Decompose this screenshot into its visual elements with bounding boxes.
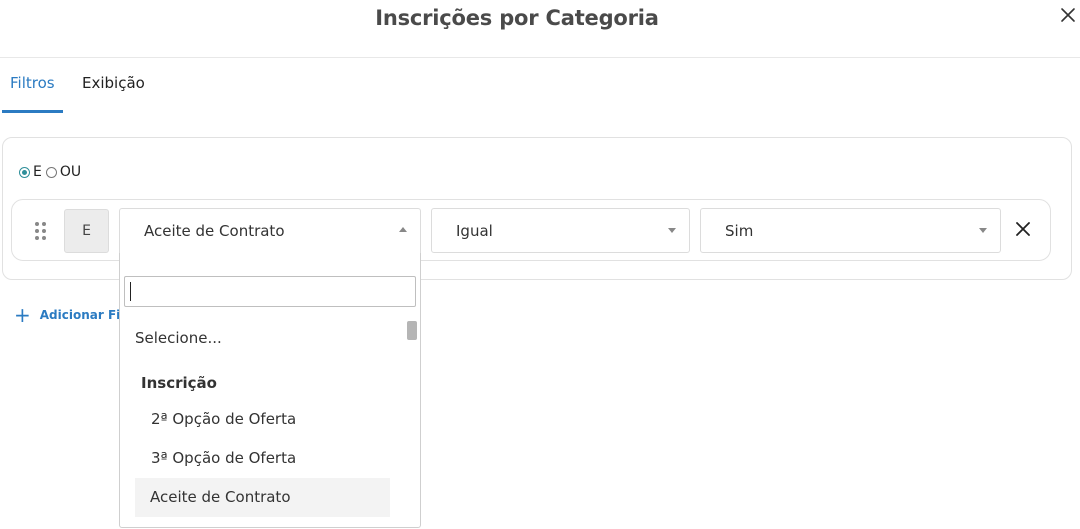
modal-title: Inscrições por Categoria bbox=[375, 6, 659, 30]
option-group-label: Inscrição bbox=[141, 374, 217, 392]
close-icon bbox=[1016, 222, 1030, 236]
radio-and-label[interactable]: E bbox=[33, 164, 42, 180]
tab-filtros[interactable]: Filtros bbox=[10, 74, 55, 92]
tab-exibicao[interactable]: Exibição bbox=[82, 74, 145, 92]
radio-or[interactable] bbox=[45, 166, 57, 178]
radio-or-label[interactable]: OU bbox=[60, 164, 81, 180]
dropdown-scrollbar[interactable] bbox=[407, 321, 417, 340]
remove-rule-button[interactable] bbox=[1014, 220, 1032, 238]
dropdown-option[interactable]: 2ª Opção de Oferta bbox=[151, 410, 296, 428]
chevron-up-icon bbox=[399, 227, 407, 232]
add-filter-label: Adicionar Filtro bbox=[39, 308, 119, 322]
plus-icon: + bbox=[14, 307, 31, 323]
chevron-down-icon bbox=[668, 228, 676, 233]
value-select-value: Sim bbox=[725, 221, 754, 240]
chevron-down-icon bbox=[979, 228, 987, 233]
header-divider bbox=[0, 57, 1080, 58]
value-select[interactable]: Sim bbox=[700, 208, 1001, 253]
close-icon bbox=[1061, 8, 1075, 22]
option-placeholder[interactable]: Selecione... bbox=[135, 329, 222, 347]
close-modal-button[interactable] bbox=[1058, 5, 1080, 27]
add-filter-button[interactable]: + Adicionar Filtro bbox=[14, 307, 119, 323]
radio-and[interactable] bbox=[19, 166, 30, 178]
operator-select[interactable]: Igual bbox=[431, 208, 690, 253]
operator-select-value: Igual bbox=[456, 221, 493, 240]
text-cursor bbox=[130, 282, 131, 301]
field-select[interactable]: Aceite de Contrato bbox=[119, 208, 421, 253]
dropdown-option-selected[interactable]: Aceite de Contrato bbox=[150, 488, 291, 506]
active-tab-indicator bbox=[2, 110, 63, 113]
conjunction-badge: E bbox=[64, 209, 109, 253]
logic-toggle: E OU bbox=[19, 164, 85, 180]
drag-handle-icon bbox=[35, 222, 46, 240]
dropdown-option[interactable]: 3ª Opção de Oferta bbox=[151, 449, 296, 467]
field-select-value: Aceite de Contrato bbox=[144, 222, 285, 240]
drag-handle[interactable] bbox=[34, 221, 48, 241]
dropdown-search-input[interactable] bbox=[124, 276, 416, 307]
